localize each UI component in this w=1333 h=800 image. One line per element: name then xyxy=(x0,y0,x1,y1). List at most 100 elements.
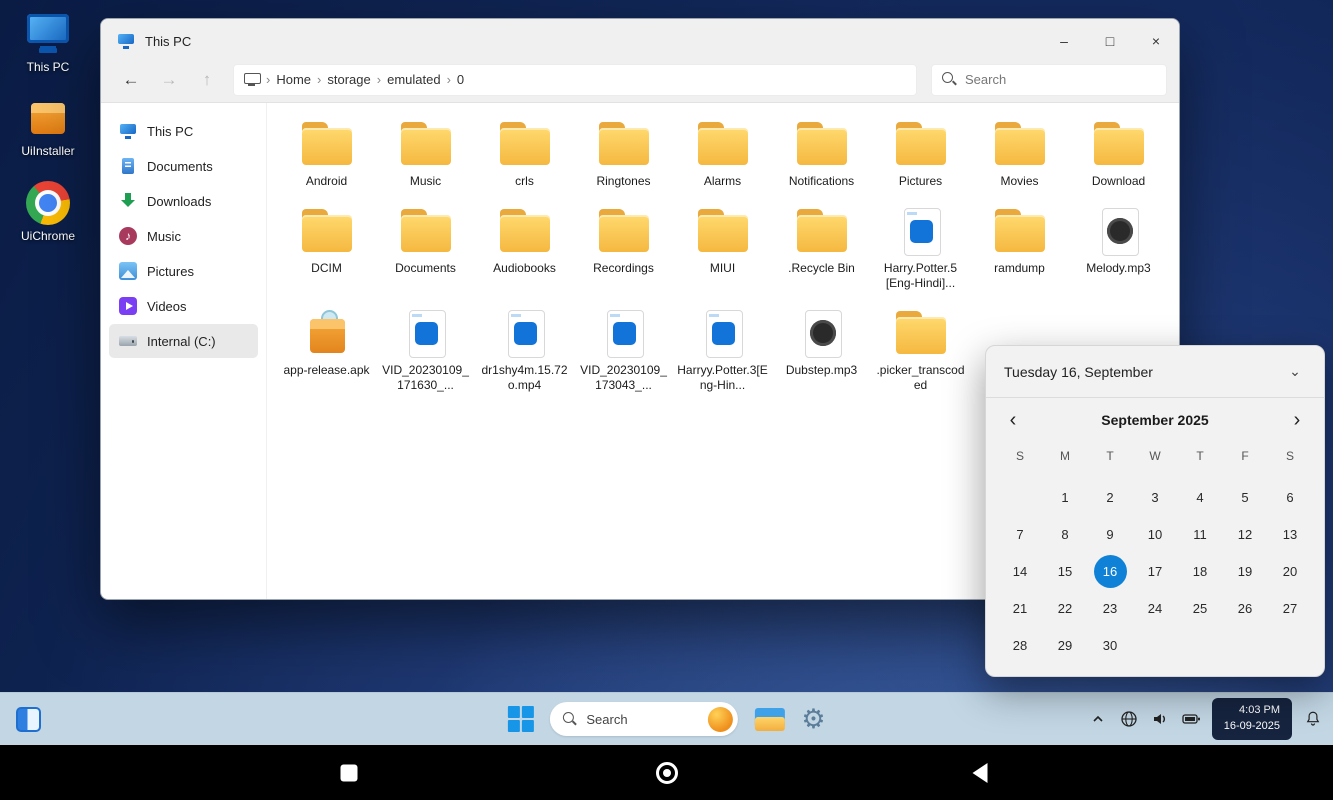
file-item[interactable]: Ringtones xyxy=(576,119,672,190)
calendar-next-icon[interactable]: › xyxy=(1286,410,1308,430)
back-button[interactable] xyxy=(972,763,987,783)
file-item[interactable]: MIUI xyxy=(675,206,771,292)
file-item[interactable]: Harry.Potter.5 [Eng-Hindi]... xyxy=(873,206,969,292)
file-item[interactable]: Pictures xyxy=(873,119,969,190)
calendar-day[interactable]: 13 xyxy=(1268,516,1313,553)
breadcrumb[interactable]: › Home › storage › emulated › 0 xyxy=(233,64,917,96)
battery-icon[interactable] xyxy=(1181,709,1201,729)
calendar-day[interactable]: 14 xyxy=(998,553,1043,590)
home-button[interactable] xyxy=(656,762,678,784)
calendar-day[interactable]: 8 xyxy=(1043,516,1088,553)
explorer-search-input[interactable] xyxy=(965,72,1156,87)
settings-gear-icon[interactable]: ⚙ xyxy=(801,706,825,733)
calendar-day[interactable]: 16 xyxy=(1094,555,1127,588)
chevron-down-icon[interactable]: ⌄ xyxy=(1280,357,1310,387)
file-item[interactable]: Harryy.Potter.3[Eng-Hin... xyxy=(675,308,771,394)
recents-button[interactable] xyxy=(341,764,358,781)
calendar-day[interactable]: 18 xyxy=(1178,553,1223,590)
close-button[interactable]: × xyxy=(1133,19,1179,63)
window-titlebar[interactable]: This PC – □ × xyxy=(101,19,1179,63)
maximize-button[interactable]: □ xyxy=(1087,19,1133,63)
file-item[interactable]: Android xyxy=(279,119,375,190)
file-item[interactable]: Recordings xyxy=(576,206,672,292)
file-item[interactable]: ramdump xyxy=(972,206,1068,292)
chevron-up-icon[interactable] xyxy=(1088,709,1108,729)
file-item[interactable]: Download xyxy=(1071,119,1167,190)
desktop-icon[interactable]: UiChrome xyxy=(6,181,90,243)
calendar-day[interactable]: 20 xyxy=(1268,553,1313,590)
calendar-day[interactable]: 17 xyxy=(1133,553,1178,590)
file-explorer-taskbar-icon[interactable] xyxy=(753,706,785,733)
breadcrumb-segment[interactable]: Home xyxy=(276,72,311,87)
file-item[interactable]: app-release.apk xyxy=(279,308,375,394)
file-item[interactable]: VID_20230109_171630_... xyxy=(378,308,474,394)
breadcrumb-segment[interactable]: emulated xyxy=(387,72,440,87)
file-item[interactable]: Dubstep.mp3 xyxy=(774,308,870,394)
file-item[interactable]: .Recycle Bin xyxy=(774,206,870,292)
desktop-icon[interactable]: This PC xyxy=(6,12,90,74)
notification-bell-icon[interactable] xyxy=(1303,709,1323,729)
calendar-day[interactable]: 19 xyxy=(1223,553,1268,590)
sidebar-item[interactable]: Downloads xyxy=(109,184,258,218)
file-item[interactable]: Alarms xyxy=(675,119,771,190)
calendar-day[interactable]: 15 xyxy=(1043,553,1088,590)
calendar-day[interactable]: 9 xyxy=(1088,516,1133,553)
volume-icon[interactable] xyxy=(1150,709,1170,729)
calendar-day[interactable]: 21 xyxy=(998,590,1043,627)
sidebar-item[interactable]: This PC xyxy=(109,114,258,148)
calendar-day[interactable]: 5 xyxy=(1223,479,1268,516)
calendar-day[interactable]: 29 xyxy=(1043,627,1088,664)
calendar-day[interactable]: 11 xyxy=(1178,516,1223,553)
file-icon xyxy=(891,206,951,256)
file-item[interactable]: Movies xyxy=(972,119,1068,190)
taskbar-search[interactable]: Search xyxy=(549,702,737,736)
up-icon[interactable]: ↑ xyxy=(195,70,219,90)
calendar-month-label[interactable]: September 2025 xyxy=(1024,412,1286,428)
file-item[interactable]: .picker_transcoded xyxy=(873,308,969,394)
sidebar-item[interactable]: Videos xyxy=(109,289,258,323)
calendar-day[interactable]: 27 xyxy=(1268,590,1313,627)
sidebar-item[interactable]: Pictures xyxy=(109,254,258,288)
file-item[interactable]: dr1shy4m.15.72o.mp4 xyxy=(477,308,573,394)
network-globe-icon[interactable] xyxy=(1119,709,1139,729)
file-item[interactable]: Audiobooks xyxy=(477,206,573,292)
calendar-prev-icon[interactable]: ‹ xyxy=(1002,410,1024,430)
calendar-day[interactable]: 7 xyxy=(998,516,1043,553)
file-icon xyxy=(594,206,654,256)
sidebar-item[interactable]: Music xyxy=(109,219,258,253)
taskbar-clock[interactable]: 4:03 PM 16-09-2025 xyxy=(1212,698,1292,740)
calendar-day[interactable]: 28 xyxy=(998,627,1043,664)
calendar-day[interactable]: 1 xyxy=(1043,479,1088,516)
file-item[interactable]: VID_20230109_173043_... xyxy=(576,308,672,394)
sidebar-item[interactable]: Internal (C:) xyxy=(109,324,258,358)
calendar-day[interactable]: 26 xyxy=(1223,590,1268,627)
calendar-day[interactable]: 2 xyxy=(1088,479,1133,516)
calendar-day[interactable]: 3 xyxy=(1133,479,1178,516)
desktop-icon[interactable]: UiInstaller xyxy=(6,96,90,158)
forward-icon[interactable]: → xyxy=(157,70,181,90)
file-item[interactable]: crls xyxy=(477,119,573,190)
calendar-day[interactable]: 4 xyxy=(1178,479,1223,516)
back-icon[interactable]: ← xyxy=(119,70,143,90)
file-item[interactable]: Documents xyxy=(378,206,474,292)
calendar-day[interactable]: 30 xyxy=(1088,627,1133,664)
calendar-day[interactable]: 23 xyxy=(1088,590,1133,627)
file-item[interactable]: Notifications xyxy=(774,119,870,190)
calendar-day[interactable]: 22 xyxy=(1043,590,1088,627)
file-item[interactable]: Music xyxy=(378,119,474,190)
calendar-day[interactable]: 24 xyxy=(1133,590,1178,627)
calendar-day[interactable]: 25 xyxy=(1178,590,1223,627)
calendar-day[interactable]: 10 xyxy=(1133,516,1178,553)
taskbar-corner-icon[interactable] xyxy=(16,707,41,732)
sidebar-item[interactable]: Documents xyxy=(109,149,258,183)
start-button[interactable] xyxy=(507,706,533,732)
calendar-day[interactable] xyxy=(998,479,1043,516)
explorer-search-box[interactable] xyxy=(931,64,1167,96)
calendar-day[interactable]: 12 xyxy=(1223,516,1268,553)
file-item[interactable]: DCIM xyxy=(279,206,375,292)
file-item[interactable]: Melody.mp3 xyxy=(1071,206,1167,292)
breadcrumb-segment[interactable]: storage xyxy=(327,72,370,87)
breadcrumb-segment[interactable]: 0 xyxy=(457,72,464,87)
minimize-button[interactable]: – xyxy=(1041,19,1087,63)
calendar-day[interactable]: 6 xyxy=(1268,479,1313,516)
